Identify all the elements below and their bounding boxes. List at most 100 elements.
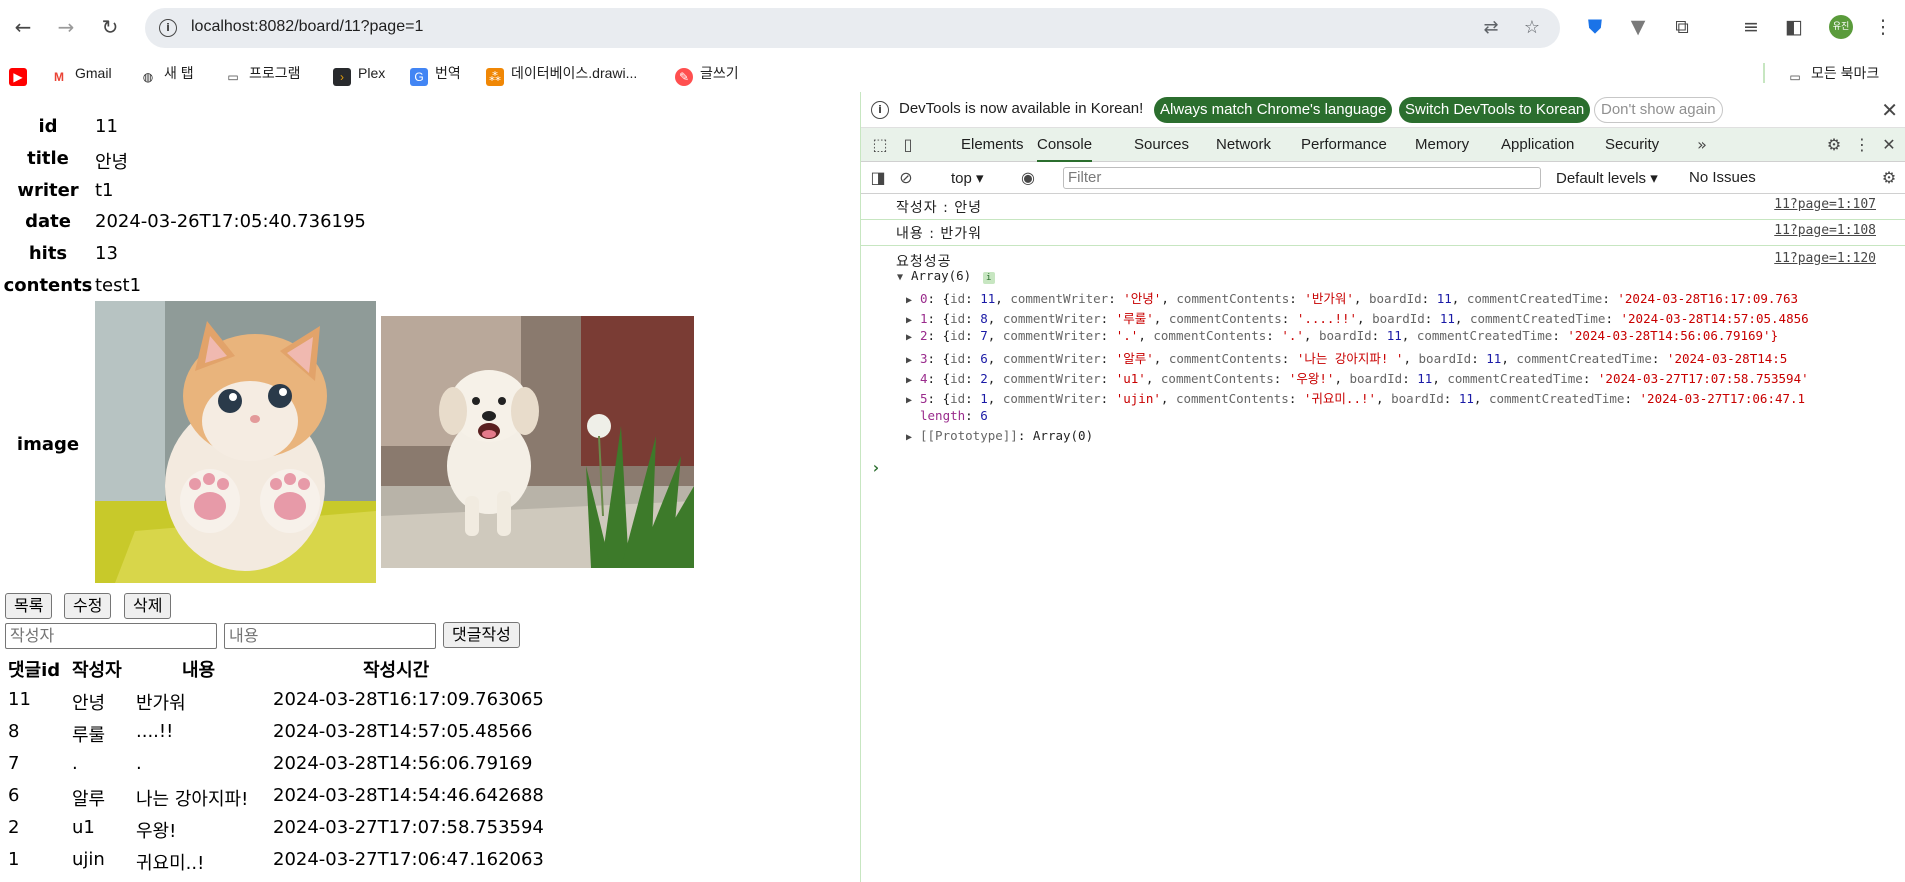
bookmark-new-tab[interactable]: ◍ 새 탭 bbox=[139, 63, 194, 86]
console-settings-gear-icon[interactable]: ⚙ bbox=[1878, 167, 1900, 189]
bookmark-gmail[interactable]: M Gmail bbox=[50, 63, 112, 86]
array-item-row[interactable]: ▶ 2: {id: 7, commentWriter: '.', commentC… bbox=[906, 328, 1778, 343]
comment-contents: . bbox=[136, 753, 142, 774]
reload-icon[interactable]: ↻ bbox=[97, 14, 123, 40]
password-manager-icon[interactable]: ⛊ bbox=[1582, 14, 1608, 40]
tab-application[interactable]: Application bbox=[1501, 128, 1574, 162]
comment-contents: 나는 강아지파! bbox=[136, 789, 249, 810]
array-item-row[interactable]: ▶ 3: {id: 6, commentWriter: '알루', comment… bbox=[906, 348, 1787, 367]
issues-counter[interactable]: No Issues bbox=[1689, 169, 1756, 186]
clear-console-icon[interactable]: ⊘ bbox=[895, 167, 917, 189]
tab-network[interactable]: Network bbox=[1216, 128, 1271, 162]
log-text: 내용 : 반가워 bbox=[896, 226, 983, 242]
collapse-triangle-icon: ▶ bbox=[906, 295, 913, 306]
log-source-link[interactable]: 11?page=1:107 bbox=[1774, 197, 1876, 212]
close-devtools-icon[interactable]: ✕ bbox=[1878, 134, 1900, 156]
field-value-contents: test1 bbox=[95, 275, 142, 296]
globe-icon: ◍ bbox=[139, 68, 157, 86]
console-log-line: 작성자 : 안녕 11?page=1:107 bbox=[861, 194, 1905, 220]
field-label-title: title bbox=[27, 148, 69, 169]
log-source-link[interactable]: 11?page=1:108 bbox=[1774, 223, 1876, 238]
side-panel-icon[interactable]: ◧ bbox=[1781, 14, 1807, 40]
devtools-tab-bar: ⬚ ▯ Elements Console Sources Network Per… bbox=[861, 128, 1905, 162]
translate-icon: G bbox=[410, 68, 428, 86]
comment-writer-input[interactable]: 작성자 bbox=[5, 623, 217, 649]
comment-header-writer: 작성자 bbox=[72, 660, 122, 681]
tab-performance[interactable]: Performance bbox=[1301, 128, 1387, 162]
field-label-writer: writer bbox=[17, 180, 79, 201]
bookmark-youtube[interactable]: ▶ bbox=[9, 63, 34, 86]
forward-arrow-icon[interactable]: → bbox=[53, 14, 79, 40]
edit-button[interactable]: 수정 bbox=[64, 593, 112, 619]
bookmark-drawio[interactable]: ⁂ 데이터베이스.drawi... bbox=[486, 63, 637, 86]
log-text: 작성자 : 안녕 bbox=[896, 200, 983, 216]
collapse-triangle-icon: ▶ bbox=[906, 432, 913, 443]
bookmark-write[interactable]: ✎ 글쓰기 bbox=[675, 63, 739, 86]
comment-writer: . bbox=[72, 753, 78, 774]
comment-contents-input[interactable]: 내용 bbox=[224, 623, 436, 649]
comment-writer: u1 bbox=[72, 817, 95, 838]
always-match-language-button[interactable]: Always match Chrome's language bbox=[1154, 97, 1393, 123]
menu-kebab-icon[interactable]: ⋮ bbox=[1870, 14, 1896, 40]
all-bookmarks[interactable]: ▭ 모든 북마크 bbox=[1786, 63, 1879, 86]
url-text[interactable]: localhost:8082/board/11?page=1 bbox=[191, 18, 423, 36]
translate-icon[interactable]: ⇄ bbox=[1480, 17, 1502, 39]
bookmark-folder-program[interactable]: ▭ 프로그램 bbox=[224, 63, 301, 86]
context-selector[interactable]: top ▾ bbox=[951, 169, 984, 187]
console-log-line: 요청성공 11?page=1:120 bbox=[861, 248, 1905, 270]
field-label-hits: hits bbox=[28, 243, 68, 264]
console-filter-input[interactable]: Filter bbox=[1063, 167, 1541, 189]
comment-time: 2024-03-27T17:07:58.753594 bbox=[273, 817, 544, 838]
address-bar[interactable]: i localhost:8082/board/11?page=1 ⇄ ☆ bbox=[145, 8, 1560, 48]
array-prototype-row[interactable]: ▶ [[Prototype]]: Array(0) bbox=[906, 428, 1093, 443]
tab-security[interactable]: Security bbox=[1605, 128, 1659, 162]
array-item-row[interactable]: ▶ 1: {id: 8, commentWriter: '루룰', comment… bbox=[906, 308, 1809, 327]
drawio-icon: ⁂ bbox=[486, 68, 504, 86]
tab-console[interactable]: Console bbox=[1037, 128, 1093, 162]
bookmarks-divider bbox=[1763, 63, 1765, 83]
comment-time: 2024-03-27T17:06:47.162063 bbox=[273, 849, 544, 870]
array-length-row: length: 6 bbox=[920, 408, 988, 423]
inspect-element-icon[interactable]: ⬚ bbox=[869, 134, 891, 156]
tab-memory[interactable]: Memory bbox=[1415, 128, 1469, 162]
comment-header-time: 작성시간 bbox=[363, 660, 430, 681]
comment-writer: 알루 bbox=[72, 789, 106, 810]
devtools-menu-kebab-icon[interactable]: ⋮ bbox=[1851, 134, 1873, 156]
console-prompt-chevron-icon[interactable]: › bbox=[871, 458, 881, 477]
more-tabs-icon[interactable]: » bbox=[1691, 134, 1713, 156]
profile-avatar[interactable]: 유진 bbox=[1829, 15, 1853, 39]
comment-id: 1 bbox=[8, 849, 20, 870]
comment-writer: ujin bbox=[72, 849, 105, 870]
back-arrow-icon[interactable]: ← bbox=[10, 14, 36, 40]
extensions-puzzle-icon[interactable]: ⧉ bbox=[1669, 14, 1695, 40]
array-item-row[interactable]: ▶ 4: {id: 2, commentWriter: 'u1', comment… bbox=[906, 368, 1809, 387]
bookmark-translate[interactable]: G 번역 bbox=[410, 63, 461, 86]
collapse-triangle-icon: ▶ bbox=[906, 355, 913, 366]
array-item-row[interactable]: ▶ 5: {id: 1, commentWriter: 'ujin', comme… bbox=[906, 388, 1805, 407]
device-toolbar-icon[interactable]: ▯ bbox=[897, 134, 919, 156]
log-source-link[interactable]: 11?page=1:120 bbox=[1774, 251, 1876, 266]
info-badge-icon: i bbox=[982, 272, 995, 284]
live-expression-eye-icon[interactable]: ◉ bbox=[1017, 167, 1039, 189]
field-value-writer: t1 bbox=[95, 180, 114, 201]
comment-submit-button[interactable]: 댓글작성 bbox=[443, 622, 520, 648]
tab-sources[interactable]: Sources bbox=[1134, 128, 1189, 162]
log-levels-dropdown[interactable]: Default levels ▾ bbox=[1556, 169, 1658, 187]
array-expander[interactable]: ▼ Array(6) i bbox=[897, 268, 995, 284]
array-item-row[interactable]: ▶ 0: {id: 11, commentWriter: '안녕', commen… bbox=[906, 288, 1798, 307]
switch-devtools-korean-button[interactable]: Switch DevTools to Korean bbox=[1399, 97, 1591, 123]
extension-v-icon[interactable]: ▼ bbox=[1625, 14, 1651, 40]
bookmark-star-icon[interactable]: ☆ bbox=[1521, 17, 1543, 39]
bookmark-plex[interactable]: › Plex bbox=[333, 63, 385, 86]
collapse-triangle-icon: ▶ bbox=[906, 395, 913, 406]
settings-gear-icon[interactable]: ⚙ bbox=[1823, 134, 1845, 156]
media-queue-icon[interactable]: ≡ bbox=[1738, 14, 1764, 40]
tab-elements[interactable]: Elements bbox=[961, 128, 1024, 162]
dont-show-again-button[interactable]: Don't show again bbox=[1594, 97, 1723, 123]
close-icon[interactable]: ✕ bbox=[1881, 98, 1898, 122]
sidebar-toggle-icon[interactable]: ◨ bbox=[867, 167, 889, 189]
site-info-icon[interactable]: i bbox=[159, 19, 177, 37]
list-button[interactable]: 목록 bbox=[5, 593, 53, 619]
write-icon: ✎ bbox=[675, 68, 693, 86]
delete-button[interactable]: 삭제 bbox=[124, 593, 172, 619]
